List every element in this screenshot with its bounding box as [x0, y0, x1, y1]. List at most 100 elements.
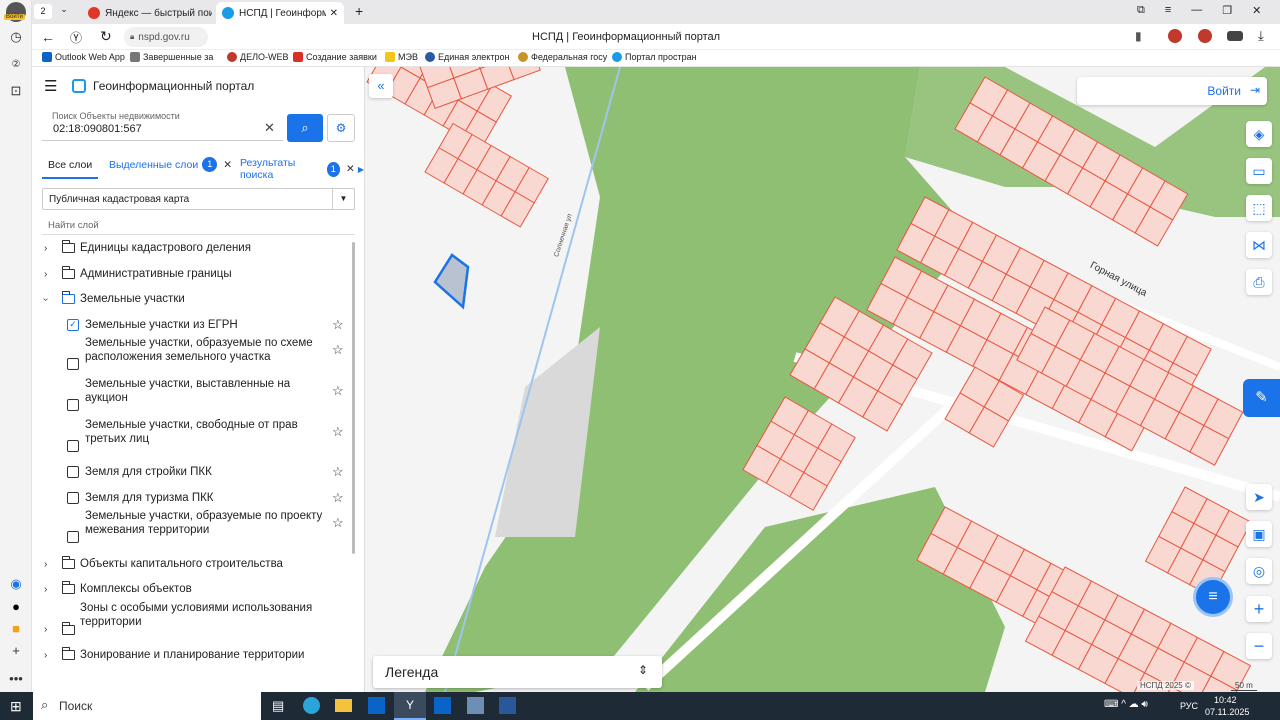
clear-search-icon[interactable]: ✕: [264, 120, 275, 136]
explorer-icon[interactable]: [335, 699, 352, 712]
bookmark-gmail[interactable]: Создание заявки: [293, 52, 377, 62]
share-icon[interactable]: ⋈: [1246, 232, 1272, 258]
bookmark-delo[interactable]: ДЕЛО-WEB: [227, 52, 289, 62]
collections-icon[interactable]: ⧉: [1137, 4, 1145, 17]
tab-all-layers[interactable]: Все слои: [42, 153, 99, 179]
tab-close-icon[interactable]: ✕: [223, 159, 232, 171]
search-button[interactable]: ⌕: [287, 114, 323, 142]
back-icon[interactable]: ←: [41, 29, 55, 45]
new-tab-icon[interactable]: +: [355, 3, 363, 19]
map-login-button[interactable]: Войти ⇥: [1077, 77, 1267, 105]
close-tab-icon[interactable]: ✕: [330, 8, 338, 19]
star-icon[interactable]: ☆: [332, 515, 344, 531]
star-icon[interactable]: ☆: [332, 342, 344, 358]
navigate-icon[interactable]: ➤: [1246, 484, 1272, 510]
zoom-in-button[interactable]: +: [1246, 596, 1272, 622]
checkbox[interactable]: [67, 358, 79, 370]
tabs-scroll-icon[interactable]: ▶: [358, 165, 364, 174]
bookmark-federal[interactable]: Федеральная госу: [518, 52, 607, 62]
checkbox[interactable]: [67, 440, 79, 452]
bookmark-portal[interactable]: Портал простран: [612, 52, 697, 62]
panel-scrollbar[interactable]: [352, 242, 355, 554]
filter-icon: ⚙︎: [335, 121, 347, 135]
bookmark-2[interactable]: Завершенные за: [130, 52, 213, 62]
close-window-icon[interactable]: ✕: [1252, 4, 1261, 17]
minimap-icon[interactable]: ▣: [1246, 521, 1272, 547]
checkbox[interactable]: [67, 466, 79, 478]
find-layer-input[interactable]: Найти слой: [42, 217, 355, 235]
zoom-out-button[interactable]: −: [1246, 633, 1272, 659]
page-title: НСПД | Геоинформационный портал: [532, 31, 721, 43]
edge-icon[interactable]: [303, 697, 320, 714]
tab-close-icon[interactable]: ✕: [346, 163, 355, 175]
history-icon[interactable]: ◷: [6, 27, 26, 47]
star-icon[interactable]: ☆: [332, 424, 344, 440]
clock-date[interactable]: 07.11.2025: [1205, 707, 1249, 717]
tab-yandex[interactable]: Яндекс — быстрый поиск: [82, 2, 212, 24]
yandex-browser-icon[interactable]: Y: [394, 692, 426, 720]
layers-icon[interactable]: ◈: [1246, 121, 1272, 147]
extension-icon-2[interactable]: [1198, 29, 1212, 43]
menu-icon[interactable]: ≡: [1165, 4, 1171, 17]
hamburger-icon[interactable]: ☰: [44, 77, 57, 95]
support-chat-icon[interactable]: ✎: [1243, 379, 1280, 417]
search-field[interactable]: Поиск Объекты недвижимости 02:18:090801:…: [42, 111, 283, 141]
app-icon-2[interactable]: ●: [6, 596, 26, 616]
tabs-icon[interactable]: ②: [6, 54, 26, 74]
legend-panel[interactable]: Легенда ⇕: [373, 656, 662, 688]
select-area-icon[interactable]: ⬚: [1246, 195, 1272, 221]
tab-selected-layers[interactable]: Выделенные слои 1 ✕: [109, 157, 232, 172]
checkbox[interactable]: [67, 531, 79, 543]
download-icon[interactable]: ⤓: [1258, 28, 1264, 44]
map-select[interactable]: Публичная кадастровая карта ▼: [42, 188, 355, 210]
minimize-icon[interactable]: —: [1191, 4, 1202, 17]
url-field[interactable]: 🔒︎ nspd.gov.ru: [124, 27, 208, 47]
lang-indicator[interactable]: РУС: [1180, 701, 1198, 711]
bookmark-mev[interactable]: МЭВ: [385, 52, 418, 62]
tab-nspd[interactable]: НСПД | Геоинформацио ✕: [216, 2, 344, 24]
more-icon[interactable]: •••: [6, 668, 26, 688]
add-icon[interactable]: +: [6, 640, 26, 660]
map-view[interactable]: « Войти ⇥ ◈ ▭ ⬚ ⋈ ⎙ ✎ ➤ ▣ ◎ + − ≡ Легенд…: [365, 67, 1280, 692]
extension-icon-1[interactable]: [1168, 29, 1182, 43]
checkbox[interactable]: [67, 492, 79, 504]
star-icon[interactable]: ☆: [332, 490, 344, 506]
tab-dropdown-icon[interactable]: ⌄: [56, 4, 72, 19]
bookmark-icon[interactable]: ▮: [1135, 29, 1142, 43]
geolocation-icon[interactable]: ◎: [1246, 558, 1272, 584]
search-label: Поиск Объекты недвижимости: [52, 111, 180, 121]
tab-search-results[interactable]: Результаты поиска 1 ✕ ▶: [240, 157, 364, 181]
extension-icon-3[interactable]: [1227, 31, 1243, 41]
bookmark-gosuslugi[interactable]: Единая электрон: [425, 52, 509, 62]
lync-icon[interactable]: [434, 697, 451, 714]
ruler-icon[interactable]: ▭: [1246, 158, 1272, 184]
app-icon[interactable]: [467, 697, 484, 714]
word-icon[interactable]: [499, 697, 516, 714]
chevron-right-icon: ›: [44, 558, 48, 570]
star-icon[interactable]: ☆: [332, 464, 344, 480]
print-icon[interactable]: ⎙: [1246, 269, 1272, 295]
star-icon[interactable]: ☆: [332, 383, 344, 399]
outlook-icon[interactable]: [368, 697, 385, 714]
taskbar-search[interactable]: ⌕ Поиск: [33, 692, 261, 720]
screenshot-icon[interactable]: ⊡: [6, 81, 26, 101]
bookmark-outlook[interactable]: Outlook Web App: [42, 52, 125, 62]
checkbox[interactable]: [67, 399, 79, 411]
folder-icon: [61, 266, 75, 279]
filter-button[interactable]: ⚙︎: [327, 114, 355, 142]
folder-icon: [61, 581, 75, 594]
checkbox-checked[interactable]: ✓: [67, 319, 79, 331]
tab-counter[interactable]: 2: [34, 4, 52, 19]
reload-icon[interactable]: ↻: [100, 28, 112, 45]
restore-icon[interactable]: ❐: [1222, 4, 1232, 17]
app-icon-3[interactable]: ■: [6, 618, 26, 638]
clock-time[interactable]: 10:42: [1214, 695, 1237, 705]
star-icon[interactable]: ☆: [332, 317, 344, 333]
task-view-icon[interactable]: ▤: [272, 698, 284, 714]
login-badge[interactable]: Войти: [4, 14, 25, 20]
app-icon-1[interactable]: ◉: [6, 574, 26, 594]
chat-bubble-icon[interactable]: ≡: [1193, 577, 1233, 617]
windows-start-icon[interactable]: ⊞: [10, 698, 22, 715]
collapse-panel-button[interactable]: «: [369, 74, 393, 98]
yandex-home-icon[interactable]: Ⓨ: [70, 29, 82, 46]
